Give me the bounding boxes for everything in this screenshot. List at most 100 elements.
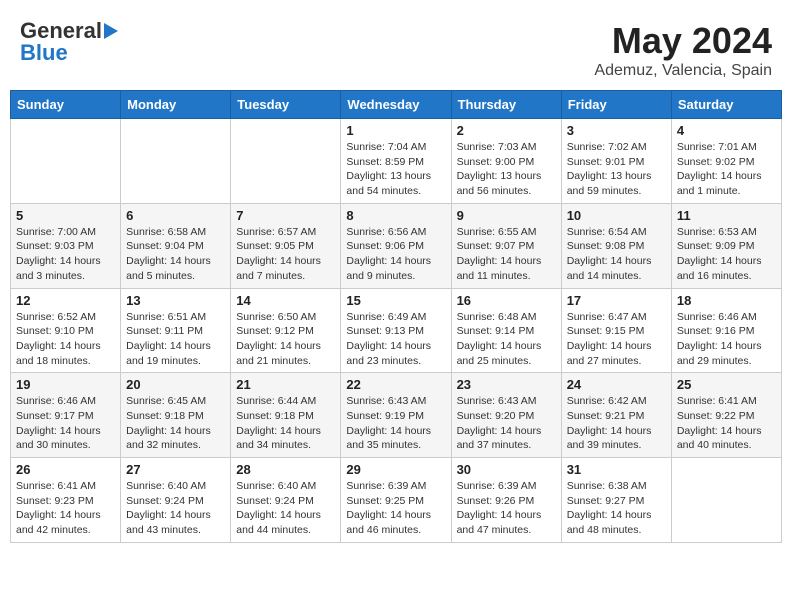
day-of-week-header: Wednesday xyxy=(341,91,451,119)
day-of-week-header: Monday xyxy=(121,91,231,119)
calendar-cell: 7Sunrise: 6:57 AM Sunset: 9:05 PM Daylig… xyxy=(231,203,341,288)
calendar-cell: 18 Sunrise: 6:46 AM Sunset: 9:16 PM Dayli… xyxy=(671,288,781,373)
calendar-week-row: 1Sunrise: 7:04 AM Sunset: 8:59 PM Daylig… xyxy=(11,119,782,204)
calendar-week-row: 19 Sunrise: 6:46 AM Sunset: 9:17 PM Dayli… xyxy=(11,373,782,458)
calendar-cell: 21 Sunrise: 6:44 AM Sunset: 9:18 PM Dayli… xyxy=(231,373,341,458)
day-info: Sunrise: 6:48 AM Sunset: 9:14 PM Dayligh… xyxy=(457,310,556,369)
day-number: 1 xyxy=(346,123,445,138)
calendar-cell: 12Sunrise: 6:52 AM Sunset: 9:10 PM Dayli… xyxy=(11,288,121,373)
day-number: 2 xyxy=(457,123,556,138)
day-info: Sunrise: 7:03 AM Sunset: 9:00 PM Dayligh… xyxy=(457,140,556,199)
day-info: Sunrise: 6:42 AM Sunset: 9:21 PM Dayligh… xyxy=(567,394,666,453)
calendar-cell: 4Sunrise: 7:01 AM Sunset: 9:02 PM Daylig… xyxy=(671,119,781,204)
day-number: 19 xyxy=(16,377,115,392)
calendar-cell: 2 Sunrise: 7:03 AM Sunset: 9:00 PM Daylig… xyxy=(451,119,561,204)
calendar-cell: 10 Sunrise: 6:54 AM Sunset: 9:08 PM Dayli… xyxy=(561,203,671,288)
day-info: Sunrise: 6:46 AM Sunset: 9:17 PM Dayligh… xyxy=(16,394,115,453)
day-number: 23 xyxy=(457,377,556,392)
calendar-cell: 25Sunrise: 6:41 AM Sunset: 9:22 PM Dayli… xyxy=(671,373,781,458)
day-info: Sunrise: 6:40 AM Sunset: 9:24 PM Dayligh… xyxy=(126,479,225,538)
day-of-week-header: Sunday xyxy=(11,91,121,119)
day-number: 24 xyxy=(567,377,666,392)
day-info: Sunrise: 6:53 AM Sunset: 9:09 PM Dayligh… xyxy=(677,225,776,284)
day-info: Sunrise: 6:41 AM Sunset: 9:22 PM Dayligh… xyxy=(677,394,776,453)
day-info: Sunrise: 6:44 AM Sunset: 9:18 PM Dayligh… xyxy=(236,394,335,453)
calendar-cell xyxy=(231,119,341,204)
calendar-cell: 19 Sunrise: 6:46 AM Sunset: 9:17 PM Dayli… xyxy=(11,373,121,458)
logo-blue-text: Blue xyxy=(20,42,68,64)
day-of-week-header: Friday xyxy=(561,91,671,119)
day-info: Sunrise: 6:50 AM Sunset: 9:12 PM Dayligh… xyxy=(236,310,335,369)
month-title: May 2024 xyxy=(594,20,772,62)
calendar-cell: 3Sunrise: 7:02 AM Sunset: 9:01 PM Daylig… xyxy=(561,119,671,204)
day-number: 11 xyxy=(677,208,776,223)
calendar-cell: 14 Sunrise: 6:50 AM Sunset: 9:12 PM Dayli… xyxy=(231,288,341,373)
calendar-cell: 15Sunrise: 6:49 AM Sunset: 9:13 PM Dayli… xyxy=(341,288,451,373)
calendar-cell: 16 Sunrise: 6:48 AM Sunset: 9:14 PM Dayli… xyxy=(451,288,561,373)
day-info: Sunrise: 6:43 AM Sunset: 9:19 PM Dayligh… xyxy=(346,394,445,453)
day-number: 7 xyxy=(236,208,335,223)
day-number: 17 xyxy=(567,293,666,308)
day-number: 9 xyxy=(457,208,556,223)
day-info: Sunrise: 6:51 AM Sunset: 9:11 PM Dayligh… xyxy=(126,310,225,369)
calendar-cell: 22 Sunrise: 6:43 AM Sunset: 9:19 PM Dayli… xyxy=(341,373,451,458)
day-number: 27 xyxy=(126,462,225,477)
title-area: May 2024 Ademuz, Valencia, Spain xyxy=(594,20,772,80)
day-number: 14 xyxy=(236,293,335,308)
days-header-row: SundayMondayTuesdayWednesdayThursdayFrid… xyxy=(11,91,782,119)
calendar-cell xyxy=(11,119,121,204)
calendar-cell: 6Sunrise: 6:58 AM Sunset: 9:04 PM Daylig… xyxy=(121,203,231,288)
calendar-cell xyxy=(121,119,231,204)
calendar-week-row: 5 Sunrise: 7:00 AM Sunset: 9:03 PM Daylig… xyxy=(11,203,782,288)
day-info: Sunrise: 6:55 AM Sunset: 9:07 PM Dayligh… xyxy=(457,225,556,284)
day-info: Sunrise: 7:01 AM Sunset: 9:02 PM Dayligh… xyxy=(677,140,776,199)
calendar-cell: 17 Sunrise: 6:47 AM Sunset: 9:15 PM Dayli… xyxy=(561,288,671,373)
calendar-cell: 11 Sunrise: 6:53 AM Sunset: 9:09 PM Dayli… xyxy=(671,203,781,288)
day-of-week-header: Thursday xyxy=(451,91,561,119)
day-number: 10 xyxy=(567,208,666,223)
calendar-week-row: 26Sunrise: 6:41 AM Sunset: 9:23 PM Dayli… xyxy=(11,458,782,543)
day-number: 15 xyxy=(346,293,445,308)
calendar-cell: 5 Sunrise: 7:00 AM Sunset: 9:03 PM Daylig… xyxy=(11,203,121,288)
page-header: General Blue May 2024 Ademuz, Valencia, … xyxy=(10,10,782,85)
calendar-cell: 26Sunrise: 6:41 AM Sunset: 9:23 PM Dayli… xyxy=(11,458,121,543)
location-text: Ademuz, Valencia, Spain xyxy=(594,62,772,80)
day-number: 8 xyxy=(346,208,445,223)
calendar-cell: 31Sunrise: 6:38 AM Sunset: 9:27 PM Dayli… xyxy=(561,458,671,543)
day-info: Sunrise: 6:45 AM Sunset: 9:18 PM Dayligh… xyxy=(126,394,225,453)
calendar-table: SundayMondayTuesdayWednesdayThursdayFrid… xyxy=(10,90,782,543)
day-of-week-header: Tuesday xyxy=(231,91,341,119)
day-number: 5 xyxy=(16,208,115,223)
day-number: 6 xyxy=(126,208,225,223)
day-info: Sunrise: 6:39 AM Sunset: 9:26 PM Dayligh… xyxy=(457,479,556,538)
day-number: 28 xyxy=(236,462,335,477)
day-info: Sunrise: 6:43 AM Sunset: 9:20 PM Dayligh… xyxy=(457,394,556,453)
calendar-cell: 9 Sunrise: 6:55 AM Sunset: 9:07 PM Daylig… xyxy=(451,203,561,288)
day-info: Sunrise: 7:00 AM Sunset: 9:03 PM Dayligh… xyxy=(16,225,115,284)
calendar-cell xyxy=(671,458,781,543)
day-info: Sunrise: 6:47 AM Sunset: 9:15 PM Dayligh… xyxy=(567,310,666,369)
day-number: 16 xyxy=(457,293,556,308)
logo: General Blue xyxy=(20,20,118,64)
calendar-cell: 24 Sunrise: 6:42 AM Sunset: 9:21 PM Dayli… xyxy=(561,373,671,458)
day-info: Sunrise: 6:40 AM Sunset: 9:24 PM Dayligh… xyxy=(236,479,335,538)
day-number: 18 xyxy=(677,293,776,308)
day-info: Sunrise: 6:54 AM Sunset: 9:08 PM Dayligh… xyxy=(567,225,666,284)
day-info: Sunrise: 6:39 AM Sunset: 9:25 PM Dayligh… xyxy=(346,479,445,538)
day-info: Sunrise: 6:46 AM Sunset: 9:16 PM Dayligh… xyxy=(677,310,776,369)
day-number: 22 xyxy=(346,377,445,392)
day-number: 30 xyxy=(457,462,556,477)
calendar-cell: 13Sunrise: 6:51 AM Sunset: 9:11 PM Dayli… xyxy=(121,288,231,373)
calendar-cell: 8 Sunrise: 6:56 AM Sunset: 9:06 PM Daylig… xyxy=(341,203,451,288)
day-number: 21 xyxy=(236,377,335,392)
day-info: Sunrise: 7:02 AM Sunset: 9:01 PM Dayligh… xyxy=(567,140,666,199)
day-number: 29 xyxy=(346,462,445,477)
calendar-cell: 20Sunrise: 6:45 AM Sunset: 9:18 PM Dayli… xyxy=(121,373,231,458)
calendar-cell: 27 Sunrise: 6:40 AM Sunset: 9:24 PM Dayli… xyxy=(121,458,231,543)
calendar-cell: 1Sunrise: 7:04 AM Sunset: 8:59 PM Daylig… xyxy=(341,119,451,204)
day-info: Sunrise: 6:56 AM Sunset: 9:06 PM Dayligh… xyxy=(346,225,445,284)
day-info: Sunrise: 6:41 AM Sunset: 9:23 PM Dayligh… xyxy=(16,479,115,538)
day-number: 12 xyxy=(16,293,115,308)
calendar-week-row: 12Sunrise: 6:52 AM Sunset: 9:10 PM Dayli… xyxy=(11,288,782,373)
day-of-week-header: Saturday xyxy=(671,91,781,119)
